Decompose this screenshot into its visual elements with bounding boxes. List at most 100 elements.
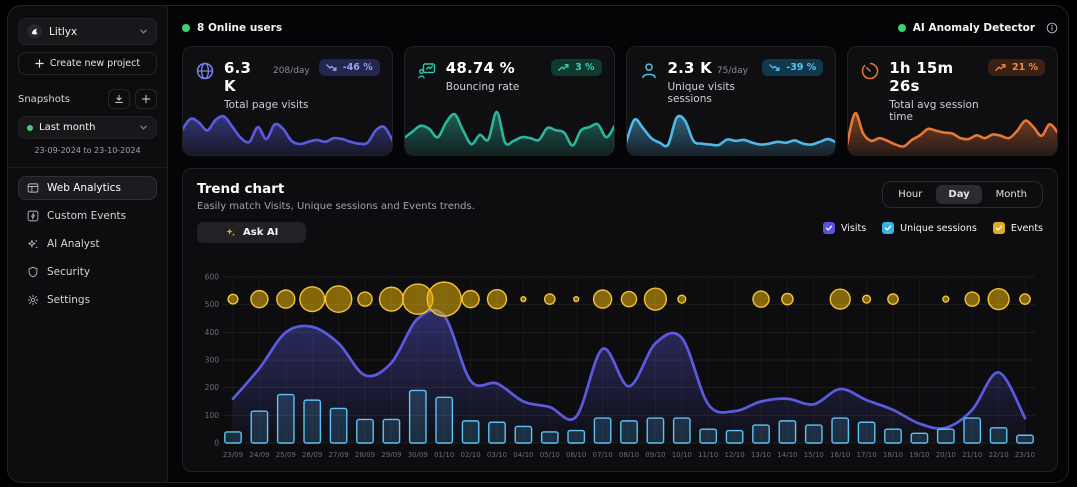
ask-ai-button[interactable]: Ask AI bbox=[197, 222, 306, 243]
trending-up-icon bbox=[995, 63, 1007, 72]
svg-text:19/10: 19/10 bbox=[909, 451, 929, 459]
svg-text:10/10: 10/10 bbox=[672, 451, 692, 459]
checkbox-checked-icon bbox=[993, 222, 1005, 234]
svg-text:13/10: 13/10 bbox=[751, 451, 771, 459]
online-users-text: 8 Online users bbox=[197, 22, 282, 34]
svg-text:500: 500 bbox=[205, 300, 220, 309]
download-icon bbox=[114, 94, 124, 104]
svg-text:100: 100 bbox=[205, 411, 220, 420]
sparkline-bouncing-rate bbox=[404, 98, 615, 156]
anomaly-status-dot bbox=[898, 24, 906, 32]
svg-text:02/10: 02/10 bbox=[461, 451, 481, 459]
trend-badge: 3 % bbox=[551, 59, 601, 76]
svg-text:09/10: 09/10 bbox=[645, 451, 665, 459]
litlyx-logo-icon bbox=[27, 24, 42, 39]
legend-toggle-events[interactable]: Events bbox=[993, 222, 1043, 234]
svg-text:03/10: 03/10 bbox=[487, 451, 507, 459]
svg-text:200: 200 bbox=[205, 383, 220, 392]
event-bolt-icon bbox=[27, 210, 39, 222]
stat-value: 2.3 K bbox=[668, 59, 712, 77]
svg-text:29/09: 29/09 bbox=[381, 451, 401, 459]
project-selector[interactable]: Litlyx bbox=[18, 18, 157, 45]
sidebar-item-settings[interactable]: Settings bbox=[18, 288, 157, 312]
plus-icon bbox=[141, 94, 151, 104]
create-project-label: Create new project bbox=[50, 58, 140, 69]
sidebar-item-label: Security bbox=[47, 266, 90, 278]
trending-down-icon bbox=[326, 63, 338, 72]
sidebar: Litlyx Create new project Snapshots Last… bbox=[8, 6, 168, 482]
svg-text:15/10: 15/10 bbox=[804, 451, 824, 459]
checkbox-checked-icon bbox=[823, 222, 835, 234]
online-users-indicator: 8 Online users bbox=[182, 22, 282, 34]
info-icon[interactable] bbox=[1046, 22, 1058, 34]
svg-text:30/09: 30/09 bbox=[408, 451, 428, 459]
globe-icon bbox=[195, 61, 215, 81]
legend-label: Events bbox=[1011, 223, 1043, 234]
anomaly-detector-label: AI Anomaly Detector bbox=[913, 22, 1035, 34]
tab-month[interactable]: Month bbox=[984, 185, 1039, 204]
sidebar-item-label: Settings bbox=[47, 294, 90, 306]
sidebar-item-label: Web Analytics bbox=[47, 182, 121, 194]
app-window: Litlyx Create new project Snapshots Last… bbox=[7, 5, 1069, 483]
svg-text:300: 300 bbox=[205, 356, 220, 365]
trend-badge: -46 % bbox=[319, 59, 380, 76]
legend-toggle-unique-sessions[interactable]: Unique sessions bbox=[882, 222, 977, 234]
chart-legend: Visits Unique sessions Eve bbox=[823, 222, 1043, 234]
svg-text:05/10: 05/10 bbox=[540, 451, 560, 459]
sidebar-item-web-analytics[interactable]: Web Analytics bbox=[18, 176, 157, 200]
svg-text:16/10: 16/10 bbox=[830, 451, 850, 459]
user-icon bbox=[639, 61, 659, 81]
plus-icon bbox=[35, 59, 44, 68]
stat-card-bouncing-rate: 48.74 % Bouncing rate 3 % bbox=[404, 46, 615, 156]
svg-text:26/09: 26/09 bbox=[302, 451, 322, 459]
stat-card-total-page-visits: 6.3 K 208/day Total page visits -46 % bbox=[182, 46, 393, 156]
svg-text:06/10: 06/10 bbox=[566, 451, 586, 459]
create-project-button[interactable]: Create new project bbox=[18, 52, 157, 75]
svg-text:17/10: 17/10 bbox=[857, 451, 877, 459]
svg-text:22/10: 22/10 bbox=[989, 451, 1009, 459]
export-snapshot-button[interactable] bbox=[108, 89, 130, 109]
sidebar-item-security[interactable]: Security bbox=[18, 260, 157, 284]
project-name: Litlyx bbox=[49, 26, 132, 38]
trend-chart-title: Trend chart bbox=[197, 181, 475, 197]
snapshots-label: Snapshots bbox=[18, 94, 103, 105]
online-dot bbox=[182, 24, 190, 32]
svg-text:27/09: 27/09 bbox=[329, 451, 349, 459]
trend-chart-card: Trend chart Easily match Visits, Unique … bbox=[182, 168, 1058, 472]
svg-text:14/10: 14/10 bbox=[777, 451, 797, 459]
svg-text:0: 0 bbox=[214, 439, 219, 448]
ask-ai-label: Ask AI bbox=[243, 227, 278, 238]
trend-chart-area: 010020030040050060023/0924/0925/0926/092… bbox=[197, 249, 1043, 463]
svg-text:04/10: 04/10 bbox=[513, 451, 533, 459]
trend-chart-svg: 010020030040050060023/0924/0925/0926/092… bbox=[197, 271, 1043, 463]
svg-text:23/09: 23/09 bbox=[223, 451, 243, 459]
shield-icon bbox=[27, 266, 39, 278]
svg-text:21/10: 21/10 bbox=[962, 451, 982, 459]
sidebar-item-label: Custom Events bbox=[47, 210, 126, 222]
add-snapshot-button[interactable] bbox=[135, 89, 157, 109]
trending-down-icon bbox=[769, 63, 781, 72]
svg-text:600: 600 bbox=[205, 273, 220, 282]
presentation-icon bbox=[417, 61, 437, 81]
granularity-tabs: Hour Day Month bbox=[882, 181, 1043, 208]
topbar: 8 Online users AI Anomaly Detector bbox=[182, 16, 1058, 40]
trending-up-icon bbox=[558, 63, 570, 72]
stat-cards-row: 6.3 K 208/day Total page visits -46 % bbox=[182, 46, 1058, 156]
legend-toggle-visits[interactable]: Visits bbox=[823, 222, 866, 234]
svg-text:400: 400 bbox=[205, 328, 220, 337]
stat-per-day: 75/day bbox=[717, 66, 748, 76]
sidebar-item-ai-analyst[interactable]: AI Analyst bbox=[18, 232, 157, 256]
svg-text:25/09: 25/09 bbox=[276, 451, 296, 459]
tab-day[interactable]: Day bbox=[936, 185, 981, 204]
sidebar-item-label: AI Analyst bbox=[47, 238, 100, 250]
snapshot-period-select[interactable]: Last month bbox=[18, 116, 157, 139]
gear-icon bbox=[27, 294, 39, 306]
browser-icon bbox=[27, 182, 39, 194]
svg-text:23/10: 23/10 bbox=[1015, 451, 1035, 459]
ai-anomaly-detector: AI Anomaly Detector bbox=[898, 22, 1058, 34]
svg-text:12/10: 12/10 bbox=[725, 451, 745, 459]
stat-value: 6.3 K bbox=[224, 59, 268, 95]
sidebar-item-custom-events[interactable]: Custom Events bbox=[18, 204, 157, 228]
tab-hour[interactable]: Hour bbox=[886, 185, 934, 204]
badge-value: 3 % bbox=[575, 62, 594, 73]
